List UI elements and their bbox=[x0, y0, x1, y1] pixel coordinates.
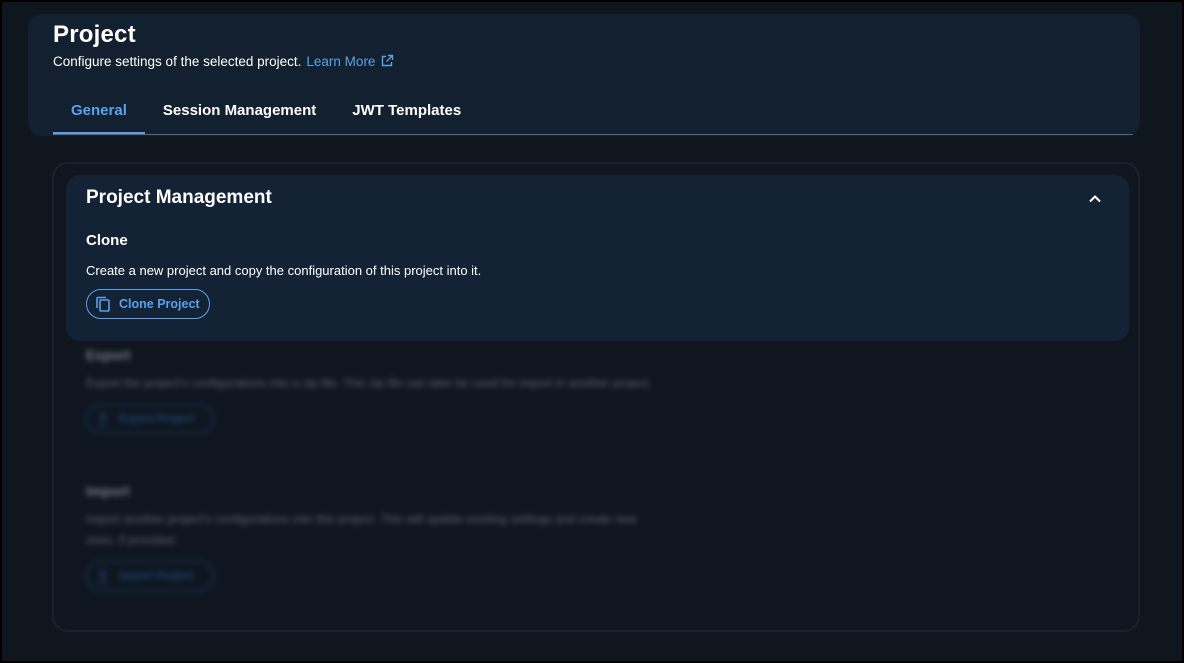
clone-heading: Clone bbox=[86, 232, 128, 249]
export-section: Export Export the project's configuratio… bbox=[86, 347, 666, 434]
import-project-button[interactable]: Import Project bbox=[86, 561, 214, 591]
page-subtitle: Configure settings of the selected proje… bbox=[53, 54, 394, 69]
page-title: Project bbox=[53, 21, 136, 48]
page-header: Project Configure settings of the select… bbox=[28, 14, 1140, 136]
clone-description: Create a new project and copy the config… bbox=[86, 263, 482, 278]
clone-button-label: Clone Project bbox=[119, 297, 200, 311]
project-management-card: Project Management Clone Create a new pr… bbox=[66, 175, 1129, 341]
tab-session-management[interactable]: Session Management bbox=[145, 94, 334, 134]
upload-icon bbox=[98, 569, 108, 583]
export-button-label: Export Project bbox=[119, 413, 195, 425]
tab-general[interactable]: General bbox=[53, 94, 145, 134]
export-heading: Export bbox=[86, 347, 131, 363]
app-window: Project Configure settings of the select… bbox=[0, 0, 1184, 663]
upload-icon bbox=[98, 412, 108, 426]
tab-jwt-templates[interactable]: JWT Templates bbox=[334, 94, 479, 134]
import-description: Import another project's configurations … bbox=[86, 512, 638, 547]
chevron-up-icon[interactable] bbox=[1087, 191, 1103, 207]
learn-more-link[interactable]: Learn More bbox=[306, 54, 375, 69]
import-section: Import Import another project's configur… bbox=[86, 483, 666, 591]
import-button-label: Import Project bbox=[119, 570, 194, 582]
export-project-button[interactable]: Export Project bbox=[86, 404, 214, 434]
export-description: Export the project's configurations into… bbox=[86, 376, 652, 390]
external-link-icon[interactable] bbox=[380, 54, 394, 68]
clone-project-button[interactable]: Clone Project bbox=[86, 289, 210, 319]
import-heading: Import bbox=[86, 483, 130, 499]
tabs-divider bbox=[53, 134, 1133, 135]
copy-icon bbox=[96, 296, 110, 312]
project-management-title: Project Management bbox=[86, 187, 272, 208]
subtitle-text: Configure settings of the selected proje… bbox=[53, 54, 302, 69]
tab-bar: General Session Management JWT Templates bbox=[53, 94, 479, 134]
